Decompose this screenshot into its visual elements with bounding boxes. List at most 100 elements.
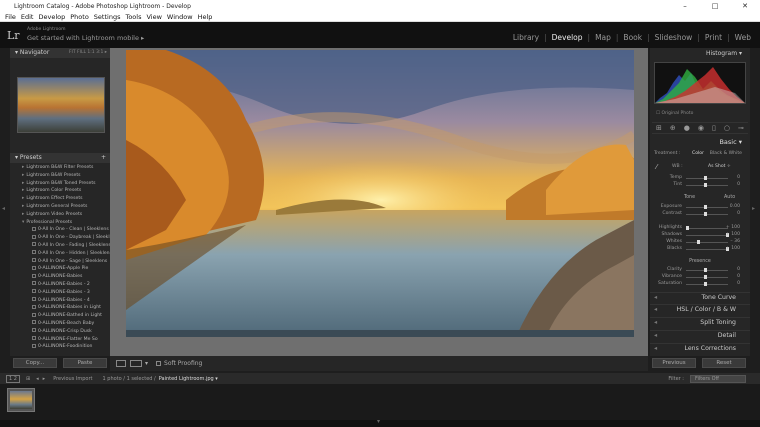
- lens-corrections-header[interactable]: ◂ Lens Corrections: [650, 343, 750, 353]
- disclosure-triangle-icon[interactable]: ▸: [22, 212, 24, 217]
- split-toning-header[interactable]: ◂ Split Toning: [650, 317, 750, 327]
- disclosure-triangle-icon[interactable]: ▸: [22, 204, 24, 209]
- menu-develop[interactable]: Develop: [38, 13, 65, 21]
- tint-slider[interactable]: [704, 183, 707, 187]
- module-web[interactable]: Web: [730, 33, 756, 42]
- preset-item[interactable]: 0-ALLINONE-Babies - 3: [10, 289, 110, 297]
- preset-folder[interactable]: ▾ Professional Presets: [10, 219, 110, 227]
- filename[interactable]: Painted Lightroom.jpg ▾: [159, 376, 218, 382]
- preset-folder[interactable]: ▸ Lightroom General Presets: [10, 203, 110, 211]
- module-library[interactable]: Library: [508, 33, 544, 42]
- close-button[interactable]: ✕: [730, 0, 760, 12]
- preset-item[interactable]: 0-All In One - Hidden | Sleeklens: [10, 250, 110, 258]
- saturation-slider[interactable]: [704, 282, 707, 286]
- source-label[interactable]: Previous Import: [53, 376, 92, 382]
- preset-folder[interactable]: ▸ Lightroom Effect Presets: [10, 195, 110, 203]
- minimize-button[interactable]: –: [670, 0, 700, 12]
- vibrance-row[interactable]: Vibrance 0: [652, 274, 748, 280]
- whites-value[interactable]: – 36: [720, 239, 740, 245]
- reset-button[interactable]: Reset: [702, 358, 746, 368]
- wb-eyedropper-icon[interactable]: ⁄: [656, 163, 657, 171]
- presets-header[interactable]: ▾ Presets +: [10, 153, 110, 163]
- blacks-row[interactable]: Blacks + 100: [652, 246, 748, 252]
- navigator-header[interactable]: ▾ Navigator FIT FILL 1:1 3:1 ▸: [10, 48, 110, 58]
- contrast-value[interactable]: 0: [720, 211, 740, 217]
- blacks-value[interactable]: + 100: [720, 246, 740, 252]
- temp-slider[interactable]: [704, 176, 707, 180]
- disclosure-triangle-icon[interactable]: ▸: [22, 165, 24, 170]
- vibrance-slider[interactable]: [704, 275, 707, 279]
- main-photo[interactable]: [126, 50, 634, 337]
- soft-proofing-checkbox[interactable]: [156, 361, 162, 366]
- contrast-slider[interactable]: [704, 212, 707, 216]
- preset-item[interactable]: 0-ALLINONE-Flatter Me So: [10, 336, 110, 344]
- maximize-button[interactable]: □: [700, 0, 730, 12]
- shadows-value[interactable]: + 100: [720, 232, 740, 238]
- histogram-header[interactable]: Histogram ▾: [650, 49, 750, 59]
- filmstrip-thumbnail[interactable]: [7, 388, 35, 412]
- navigator-preview[interactable]: [17, 77, 105, 133]
- whites-slider[interactable]: [697, 240, 700, 244]
- menu-help[interactable]: Help: [198, 13, 213, 21]
- preset-item[interactable]: 0-All In One - Daybreak | Sleekl...: [10, 234, 110, 242]
- preset-item[interactable]: 0-ALLINONE-Babies - 4: [10, 297, 110, 305]
- preset-folder[interactable]: ▸ Lightroom Color Presets: [10, 187, 110, 195]
- detail-header[interactable]: ◂ Detail: [650, 330, 750, 340]
- preset-folder[interactable]: ▸ Lightroom Video Presets: [10, 211, 110, 219]
- treatment-color[interactable]: Color: [692, 151, 704, 156]
- menu-tools[interactable]: Tools: [125, 13, 141, 21]
- preset-item[interactable]: 0-ALLINONE-Apple Pie: [10, 265, 110, 273]
- treatment-bw[interactable]: Black & White: [710, 151, 742, 156]
- screen-selector[interactable]: 1 2: [6, 374, 20, 383]
- tint-row[interactable]: Tint 0: [652, 182, 748, 188]
- clarity-row[interactable]: Clarity 0: [652, 267, 748, 273]
- contrast-row[interactable]: Contrast 0: [652, 211, 748, 217]
- tone-curve-header[interactable]: ◂ Tone Curve: [650, 292, 750, 302]
- shadows-row[interactable]: Shadows + 100: [652, 232, 748, 238]
- preset-folder[interactable]: ▸ Lightroom B&W Filter Presets: [10, 164, 110, 172]
- forward-arrow-icon[interactable]: ▸: [43, 376, 46, 382]
- disclosure-triangle-icon[interactable]: ▾: [22, 220, 24, 225]
- preset-item[interactable]: 0-ALLINONE-Beach Baby: [10, 320, 110, 328]
- preset-item[interactable]: 0-ALLINONE-Babies in Light: [10, 304, 110, 312]
- preset-item[interactable]: 0-ALLINONE-Crisp Dusk: [10, 328, 110, 336]
- menu-edit[interactable]: Edit: [21, 13, 34, 21]
- menu-file[interactable]: File: [5, 13, 16, 21]
- right-panel-toggle-icon[interactable]: ▸: [752, 205, 755, 212]
- loupe-view-icon[interactable]: [116, 360, 126, 367]
- saturation-value[interactable]: 0: [720, 281, 740, 287]
- adjustment-brush-icon[interactable]: ⊸: [738, 124, 744, 132]
- preset-item[interactable]: 0-ALLINONE-Bathed in Light: [10, 312, 110, 320]
- chevron-down-icon[interactable]: ▾: [145, 360, 148, 367]
- clarity-slider[interactable]: [704, 268, 707, 272]
- add-preset-icon[interactable]: +: [101, 153, 106, 163]
- highlights-row[interactable]: Highlights + 100: [652, 225, 748, 231]
- preset-item[interactable]: 0-ALLINONE-Babies: [10, 273, 110, 281]
- exposure-slider[interactable]: [704, 205, 707, 209]
- filter-select[interactable]: Filters Off: [690, 374, 746, 383]
- wb-select[interactable]: As Shot ÷: [708, 164, 731, 169]
- preset-item[interactable]: 0-All In One - Sage | Sleeklens: [10, 258, 110, 266]
- graduated-filter-icon[interactable]: ▯: [712, 124, 716, 132]
- spot-removal-icon[interactable]: ●: [684, 124, 690, 132]
- paste-button[interactable]: Paste: [63, 358, 107, 368]
- disclosure-triangle-icon[interactable]: ▸: [22, 196, 24, 201]
- red-eye-icon[interactable]: ◉: [698, 124, 704, 132]
- crop-icon[interactable]: ⊕: [670, 124, 676, 132]
- navigator-zoom-options[interactable]: FIT FILL 1:1 3:1 ▸: [69, 48, 107, 58]
- temp-value[interactable]: 0: [720, 175, 740, 181]
- filmstrip-toggle-icon[interactable]: ▾: [377, 418, 380, 425]
- disclosure-triangle-icon[interactable]: ▸: [22, 188, 24, 193]
- preset-folder[interactable]: ▸ Lightroom B&W Toned Presets: [10, 180, 110, 188]
- highlights-slider[interactable]: [686, 226, 689, 230]
- exposure-value[interactable]: 0.00: [720, 204, 740, 210]
- tint-value[interactable]: 0: [720, 182, 740, 188]
- previous-button[interactable]: Previous: [652, 358, 696, 368]
- copy-button[interactable]: Copy...: [13, 358, 57, 368]
- menu-view[interactable]: View: [146, 13, 161, 21]
- back-arrow-icon[interactable]: ◂: [36, 376, 39, 382]
- disclosure-triangle-icon[interactable]: ▸: [22, 173, 24, 178]
- menu-photo[interactable]: Photo: [70, 13, 89, 21]
- left-panel-toggle-icon[interactable]: ◂: [2, 205, 5, 212]
- highlights-value[interactable]: + 100: [720, 225, 740, 231]
